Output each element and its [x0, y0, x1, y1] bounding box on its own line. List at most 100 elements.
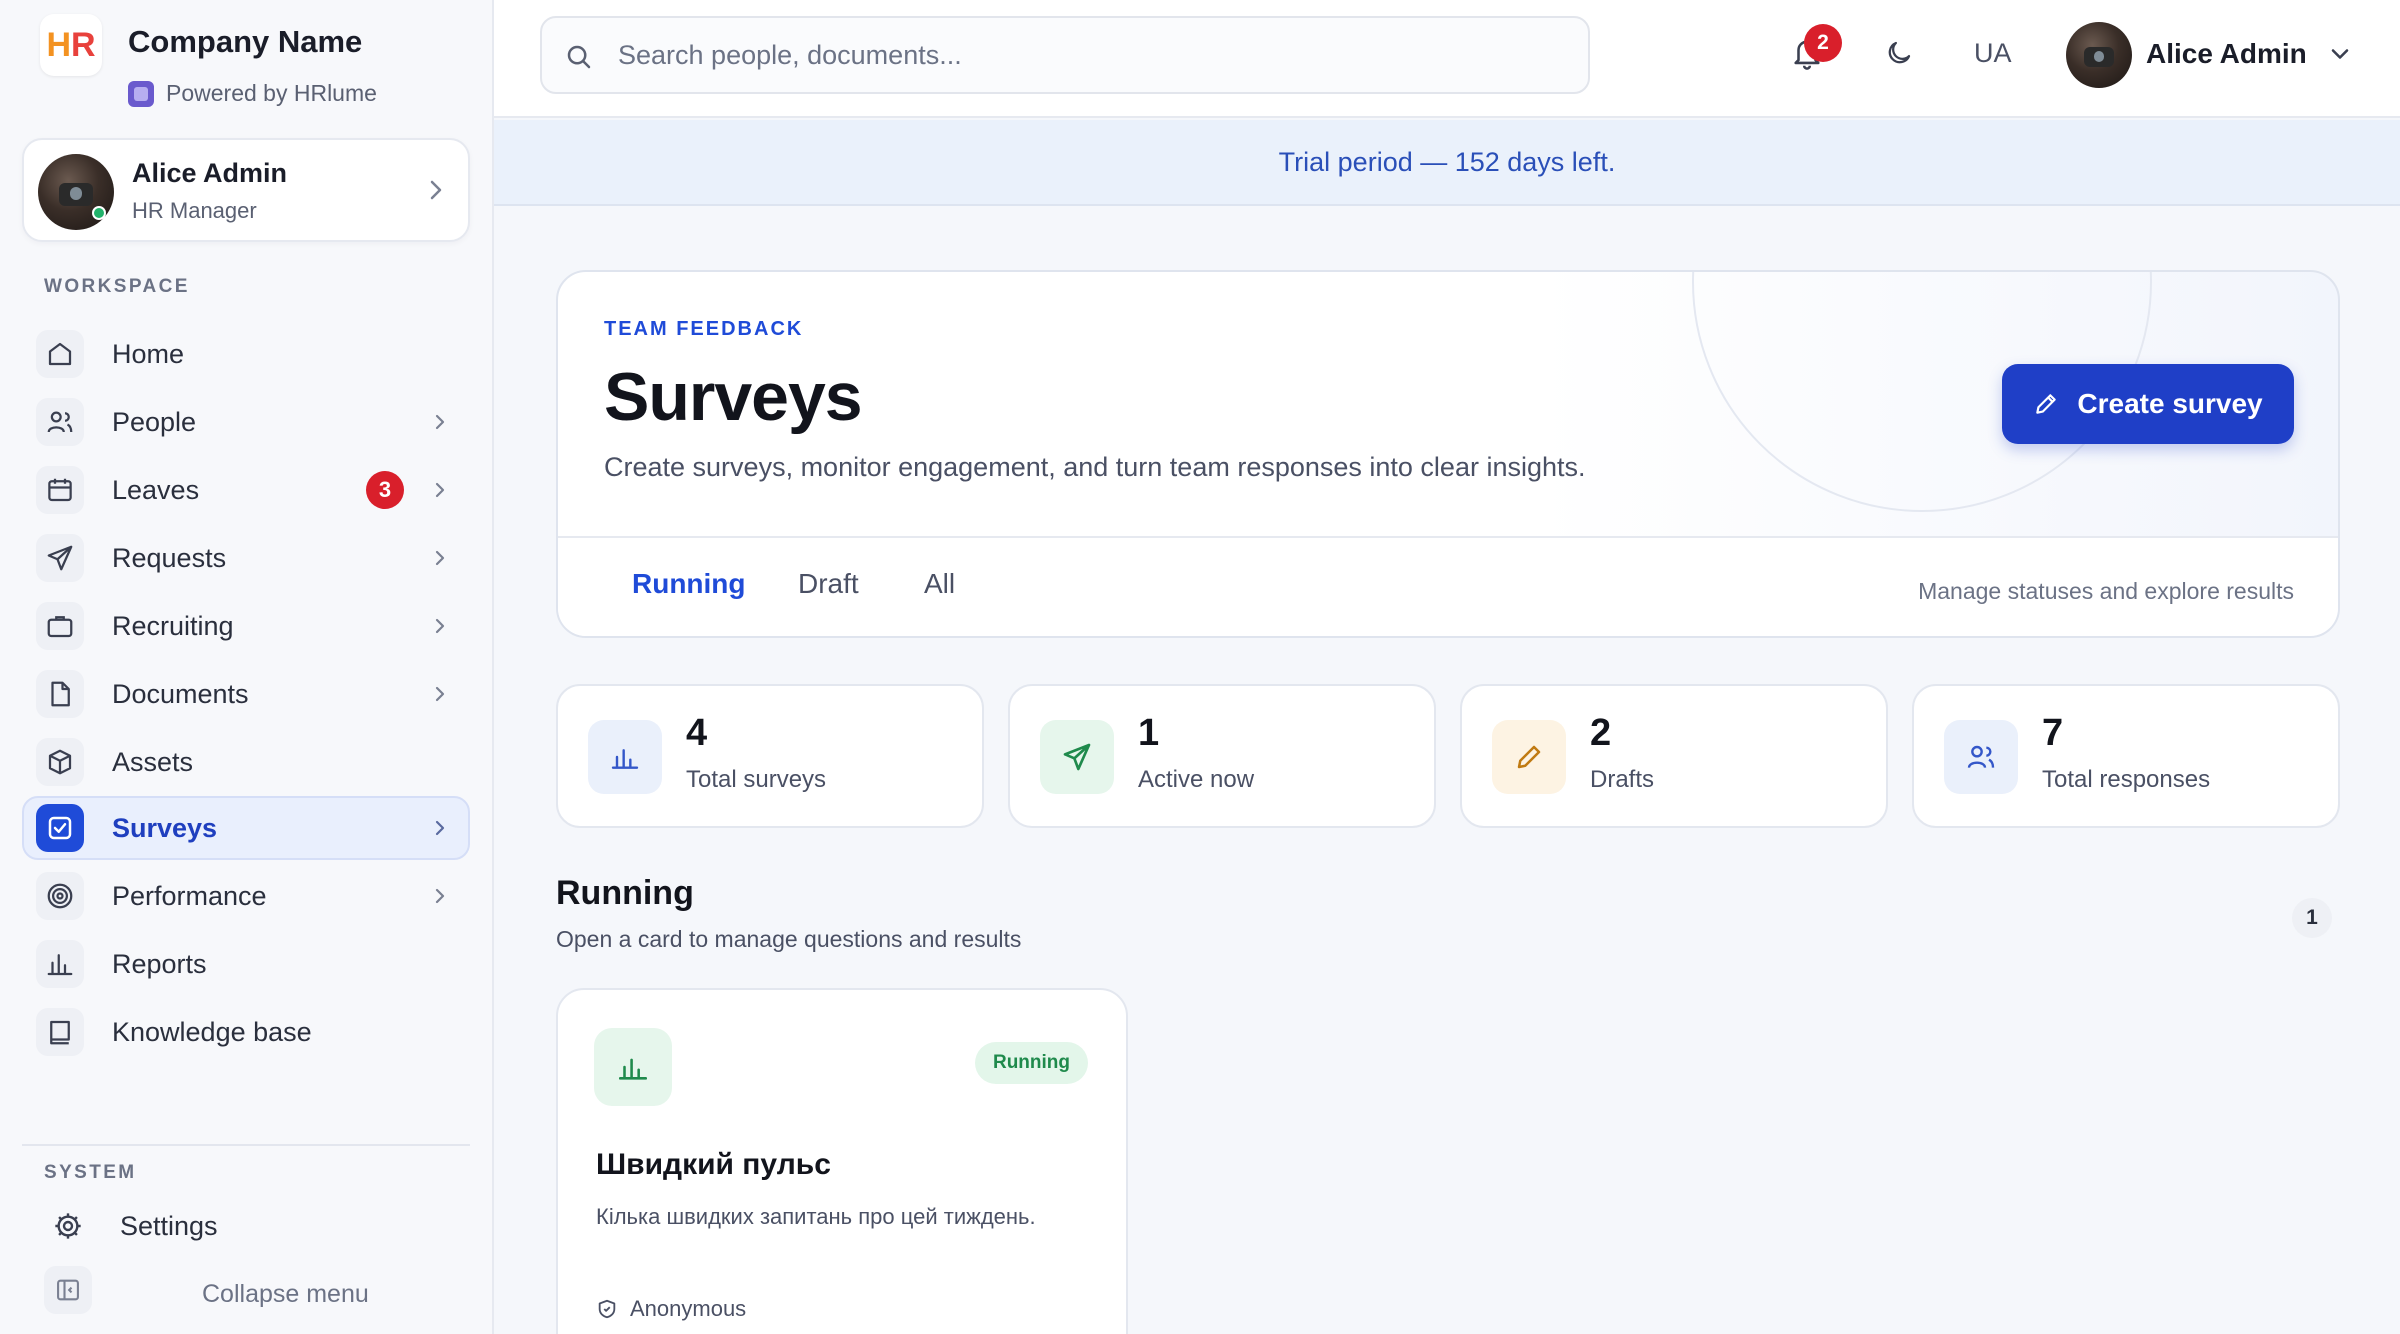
- checkbox-icon: [36, 804, 84, 852]
- running-section-subtitle: Open a card to manage questions and resu…: [556, 926, 1022, 952]
- brand: HR Company Name Powered by HRlume: [40, 14, 377, 107]
- target-icon: [36, 872, 84, 920]
- sidebar-user-name: Alice Admin: [132, 158, 288, 188]
- company-logo[interactable]: HR: [40, 14, 102, 76]
- calendar-icon: [36, 466, 84, 514]
- stat-value: 1: [1138, 712, 1160, 754]
- running-section-title: Running: [556, 874, 694, 912]
- sidebar-item-recruiting[interactable]: Recruiting: [22, 594, 470, 658]
- sidebar-collapse-icon: [44, 1266, 92, 1314]
- sidebar-item-label: Requests: [112, 542, 227, 573]
- sidebar-item-label: Knowledge base: [112, 1016, 312, 1047]
- create-survey-button[interactable]: Create survey: [2002, 364, 2294, 444]
- trial-banner: Trial period — 152 days left.: [494, 120, 2400, 206]
- sidebar-item-label: Recruiting: [112, 610, 234, 641]
- survey-meta-label: Anonymous: [630, 1296, 747, 1321]
- stat-value: 2: [1590, 712, 1612, 754]
- search-input[interactable]: [618, 34, 1558, 76]
- survey-description: Кілька швидких запитань про цей тиждень.: [596, 1204, 1036, 1229]
- sidebar-user-card[interactable]: Alice Admin HR Manager: [22, 138, 470, 242]
- sidebar-item-reports[interactable]: Reports: [22, 932, 470, 996]
- company-name: Company Name: [128, 24, 363, 59]
- sidebar-item-assets[interactable]: Assets: [22, 730, 470, 794]
- logo-letter-r: R: [71, 25, 96, 64]
- create-survey-label: Create survey: [2077, 388, 2263, 419]
- chevron-right-icon: [435, 888, 445, 904]
- send-icon: [36, 534, 84, 582]
- page-subtitle: Create surveys, monitor engagement, and …: [604, 452, 1586, 482]
- chevron-right-icon: [435, 686, 445, 702]
- users-icon: [36, 398, 84, 446]
- bar-chart-icon: [36, 940, 84, 988]
- survey-card[interactable]: Running Швидкий пульс Кілька швидких зап…: [556, 988, 1128, 1334]
- home-icon: [36, 330, 84, 378]
- tab-all[interactable]: All: [924, 568, 955, 600]
- bar-chart-icon: [594, 1028, 672, 1106]
- sidebar-user-role: HR Manager: [132, 198, 257, 223]
- stat-label: Active now: [1138, 766, 1255, 793]
- tab-draft[interactable]: Draft: [798, 568, 859, 600]
- users-icon: [1944, 720, 2018, 794]
- sidebar-item-leaves[interactable]: Leaves 3: [22, 458, 470, 522]
- topbar-user-name[interactable]: Alice Admin: [2146, 38, 2307, 70]
- stat-label: Total surveys: [686, 766, 827, 793]
- global-search[interactable]: [540, 16, 1590, 94]
- stat-value: 7: [2042, 712, 2064, 754]
- system-section-label: SYSTEM: [44, 1162, 137, 1183]
- sidebar-item-knowledge-base[interactable]: Knowledge base: [22, 1000, 470, 1064]
- divider: [22, 1144, 470, 1146]
- tabs-hint: Manage statuses and explore results: [1918, 578, 2294, 604]
- sidebar-item-label: Home: [112, 338, 185, 369]
- sidebar-item-settings[interactable]: Settings: [30, 1194, 470, 1258]
- box-icon: [36, 738, 84, 786]
- sidebar-item-people[interactable]: People: [22, 390, 470, 454]
- pencil-icon: [1492, 720, 1566, 794]
- topbar: 2 UA Alice Admin: [494, 0, 2400, 118]
- sidebar-item-home[interactable]: Home: [22, 322, 470, 386]
- workspace-section-label: WORKSPACE: [44, 276, 190, 297]
- hrlume-logo-icon: [128, 80, 154, 107]
- bar-chart-icon: [588, 720, 662, 794]
- shield-icon: [598, 1299, 616, 1319]
- sidebar-item-requests[interactable]: Requests: [22, 526, 470, 590]
- chevron-right-icon: [435, 550, 445, 566]
- active-tab-indicator: [604, 636, 764, 638]
- briefcase-icon: [36, 602, 84, 650]
- stat-card-total-surveys: 4 Total surveys: [556, 684, 984, 828]
- book-icon: [36, 1008, 84, 1056]
- avatar[interactable]: [2066, 22, 2132, 88]
- sidebar-item-label: Leaves: [112, 474, 200, 505]
- powered-by: Powered by HRlume: [128, 80, 377, 107]
- tab-running[interactable]: Running: [632, 568, 746, 600]
- sidebar-item-performance[interactable]: Performance: [22, 864, 470, 928]
- language-switcher[interactable]: UA: [1974, 38, 2012, 69]
- chevron-right-icon: [435, 414, 445, 430]
- sidebar-item-label: Surveys: [112, 812, 218, 843]
- status-badge: Running: [974, 1042, 1088, 1084]
- chevron-down-icon[interactable]: [2326, 40, 2354, 68]
- chevron-right-icon: [435, 820, 445, 836]
- chevron-right-icon: [435, 618, 445, 634]
- sidebar-item-documents[interactable]: Documents: [22, 662, 470, 726]
- document-icon: [36, 670, 84, 718]
- sidebar-item-label: Documents: [112, 678, 249, 709]
- survey-title: Швидкий пульс: [596, 1148, 831, 1181]
- survey-anonymity: Anonymous: [596, 1296, 746, 1322]
- sidebar-item-label: Reports: [112, 948, 207, 979]
- collapse-menu-label: Collapse menu: [202, 1280, 369, 1308]
- dark-mode-toggle-icon[interactable]: [1884, 38, 1914, 68]
- stat-card-drafts: 2 Drafts: [1460, 684, 1888, 828]
- page-title: Surveys: [604, 359, 863, 435]
- stat-value: 4: [686, 712, 708, 754]
- sidebar-item-surveys[interactable]: Surveys: [22, 796, 470, 860]
- stat-label: Drafts: [1590, 766, 1655, 793]
- surveys-hero-card: TEAM FEEDBACK Surveys Create surveys, mo…: [556, 270, 2340, 638]
- hero-eyebrow: TEAM FEEDBACK: [604, 318, 804, 340]
- sidebar: HR Company Name Powered by HRlume Alice …: [0, 0, 494, 1334]
- logo-letter-h: H: [46, 25, 71, 64]
- running-count-badge: 1: [2292, 898, 2332, 938]
- pencil-icon: [2036, 394, 2057, 414]
- notifications-badge: 2: [1804, 24, 1842, 62]
- stat-card-total-responses: 7 Total responses: [1912, 684, 2340, 828]
- sidebar-item-label: Settings: [120, 1210, 218, 1241]
